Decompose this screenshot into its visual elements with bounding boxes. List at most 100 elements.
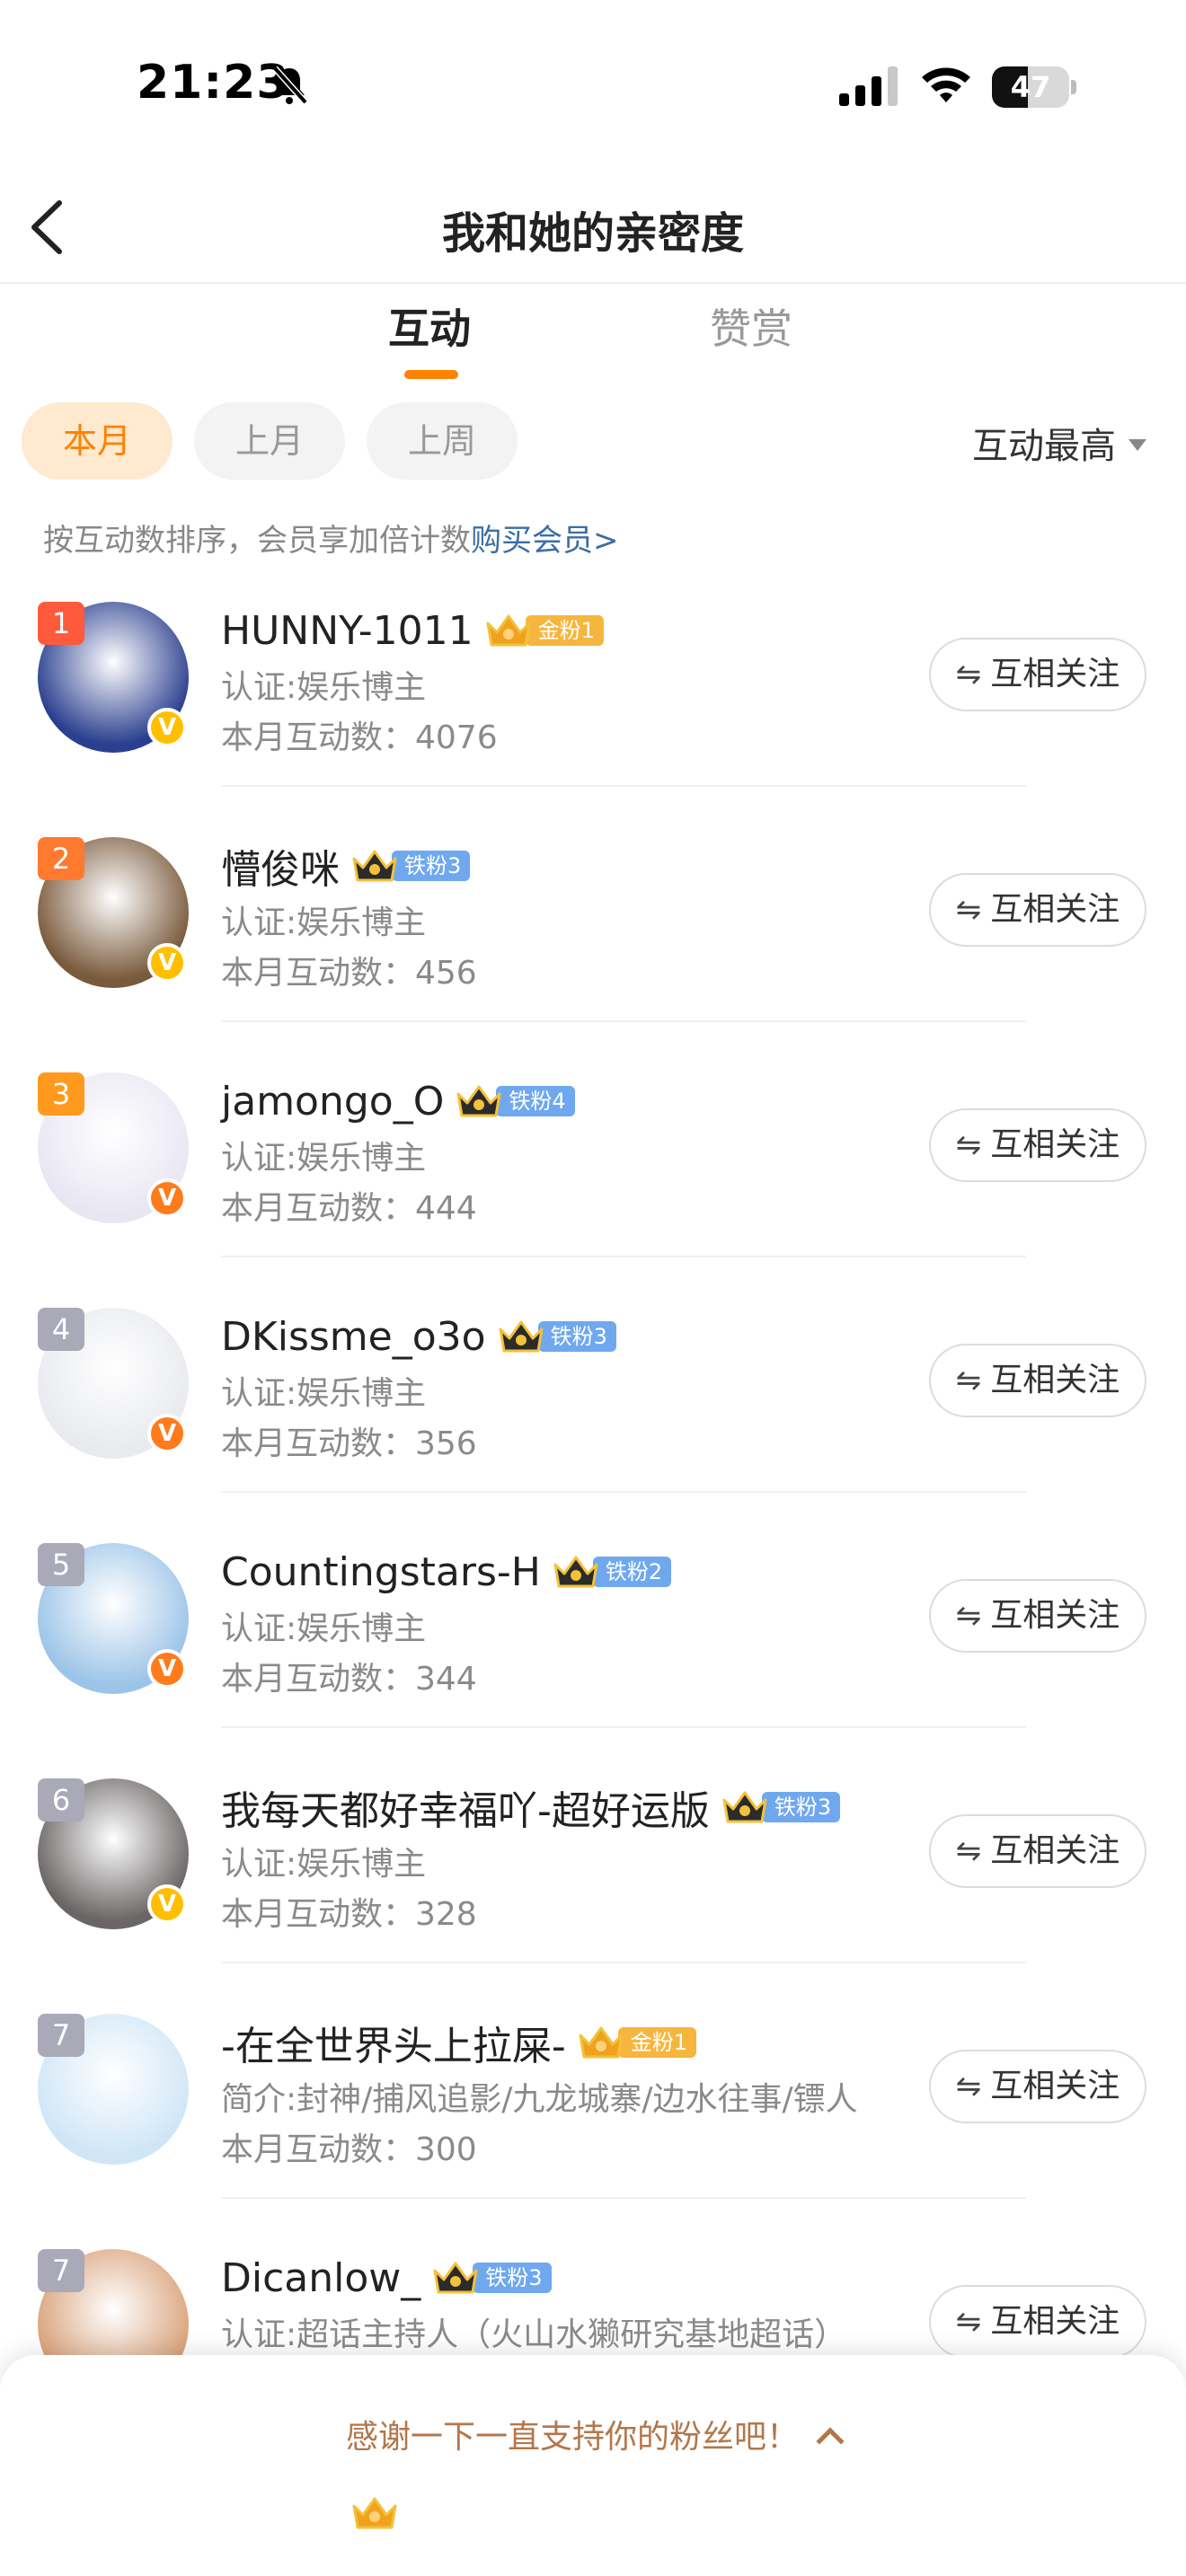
- filter-chip-this-month[interactable]: 本月: [22, 402, 173, 480]
- tab-reward[interactable]: 赞赏: [710, 296, 792, 356]
- mutual-follow-button[interactable]: ⇋互相关注: [929, 1108, 1146, 1182]
- user-subtitle: 认证:娱乐博主: [221, 904, 427, 941]
- crown-icon: [553, 1556, 598, 1588]
- follow-button-label: 互相关注: [990, 1832, 1120, 1869]
- bottom-sheet-prompt[interactable]: 感谢一下一直支持你的粉丝吧！: [0, 2411, 1186, 2457]
- list-item[interactable]: 7 -在全世界头上拉屎- 金粉1 简介:封神/捕风追影/九龙城寨/边水往事/镖人 本月互…: [0, 1983, 1186, 2199]
- tab-bar: 互动 赞赏: [0, 287, 1186, 386]
- buy-membership-link[interactable]: 购买会员>: [471, 523, 619, 559]
- user-subtitle: 认证:娱乐博主: [221, 1140, 427, 1177]
- swap-arrows-icon: ⇋: [955, 2304, 982, 2340]
- rank-badge: 2: [38, 837, 84, 880]
- fan-level-text: 金粉1: [525, 615, 604, 646]
- sort-dropdown[interactable]: 互动最高: [972, 417, 1146, 469]
- user-name[interactable]: jamongo_O: [221, 1079, 444, 1125]
- name-line: 我每天都好幸福吖-超好运版 铁粉3: [221, 1778, 841, 1836]
- filter-chip-last-week[interactable]: 上周: [367, 402, 518, 480]
- crown-icon: [456, 1085, 501, 1117]
- rank-badge: 7: [38, 2014, 84, 2057]
- mutual-follow-button[interactable]: ⇋互相关注: [929, 2285, 1146, 2359]
- sort-label: 互动最高: [972, 426, 1116, 467]
- list-item[interactable]: 4 V DKissme_o3o 铁粉3 认证:娱乐博主 本月互动数：356 ⇋ 互相关注: [0, 1277, 1186, 1493]
- rank-badge: 6: [38, 1778, 84, 1822]
- user-name[interactable]: 懵俊咪: [221, 837, 340, 895]
- verified-v-icon: V: [147, 1884, 187, 1924]
- user-name[interactable]: -在全世界头上拉屎-: [221, 2014, 566, 2071]
- interaction-count: 本月互动数：444: [221, 1190, 477, 1227]
- fan-level-text: 铁粉3: [761, 1792, 841, 1822]
- bottom-sheet[interactable]: 感谢一下一直支持你的粉丝吧！: [0, 2355, 1186, 2576]
- user-subtitle: 认证:娱乐博主: [221, 1375, 427, 1412]
- list-item[interactable]: 2 V 懵俊咪 铁粉3 认证:娱乐博主 本月互动数：456 ⇋ 互相关注: [0, 807, 1186, 1022]
- user-name[interactable]: Dicanlow_: [221, 2255, 420, 2301]
- bell-muted-icon: [272, 66, 308, 105]
- fan-level-text: 铁粉3: [392, 851, 471, 881]
- fan-level-badge: 铁粉4: [455, 1083, 575, 1119]
- name-line: Dicanlow_ 铁粉3: [221, 2251, 552, 2305]
- fan-level-text: 金粉1: [617, 2027, 697, 2058]
- user-subtitle: 认证:超话主持人（火山水獭研究基地超话）: [221, 2316, 847, 2353]
- fan-level-badge: 铁粉2: [552, 1554, 672, 1590]
- mutual-follow-button[interactable]: ⇋互相关注: [929, 873, 1146, 947]
- follow-button-label: 互相关注: [990, 891, 1120, 928]
- list-item[interactable]: 1 V HUNNY-1011 金粉1 认证:娱乐博主 本月互动数：4076 ⇋ 互相关注: [0, 571, 1186, 787]
- divider: [221, 1962, 1026, 1963]
- bottom-sheet-text: 感谢一下一直支持你的粉丝吧！: [345, 2419, 799, 2456]
- swap-arrows-icon: ⇋: [955, 1598, 982, 1634]
- mutual-follow-button[interactable]: ⇋互相关注: [929, 638, 1146, 711]
- interaction-count: 本月互动数：300: [221, 2131, 477, 2168]
- verified-v-icon: V: [147, 943, 187, 983]
- rank-badge: 5: [38, 1543, 84, 1586]
- user-name[interactable]: DKissme_o3o: [221, 1314, 486, 1360]
- name-line: -在全世界头上拉屎- 金粉1: [221, 2014, 697, 2071]
- swap-arrows-icon: ⇋: [955, 1833, 982, 1869]
- fan-level-badge: 铁粉3: [721, 1789, 841, 1825]
- filter-chip-last-month[interactable]: 上月: [194, 402, 345, 480]
- fan-level-badge: 金粉1: [577, 2025, 697, 2060]
- sort-hint: 按互动数排序，会员享加倍计数购买会员>: [43, 516, 619, 560]
- divider: [221, 1020, 1026, 1022]
- battery-level-text: 47: [1010, 70, 1051, 104]
- divider: [221, 1726, 1026, 1728]
- divider: [221, 2197, 1026, 2199]
- user-name[interactable]: HUNNY-1011: [221, 608, 474, 654]
- rank-badge: 7: [38, 2249, 84, 2292]
- list-item[interactable]: 3 Vjamongo_O 铁粉4 认证:娱乐博主 本月互动数：444 ⇋ 互相关注: [0, 1042, 1186, 1257]
- user-name[interactable]: Countingstars-H: [221, 1549, 541, 1595]
- caret-down-icon: [1128, 438, 1146, 451]
- follow-button-label: 互相关注: [990, 656, 1120, 693]
- swap-arrows-icon: ⇋: [955, 2069, 982, 2104]
- name-line: 懵俊咪 铁粉3: [221, 837, 471, 895]
- swap-arrows-icon: ⇋: [955, 1363, 982, 1398]
- crown-icon: [579, 2026, 624, 2059]
- battery-indicator: 47: [992, 66, 1076, 108]
- status-bar: 21:23 47: [0, 0, 1186, 171]
- name-line: Countingstars-H 铁粉2: [221, 1545, 672, 1599]
- user-name[interactable]: 我每天都好幸福吖-超好运版: [221, 1778, 710, 1836]
- user-subtitle: 认证:娱乐博主: [221, 1610, 427, 1647]
- active-tab-indicator: [404, 370, 458, 379]
- mutual-follow-button[interactable]: ⇋互相关注: [929, 1814, 1146, 1888]
- signal-icon: [839, 66, 898, 106]
- mutual-follow-button[interactable]: ⇋互相关注: [929, 1579, 1146, 1653]
- fan-level-text: 铁粉3: [537, 1321, 616, 1352]
- swap-arrows-icon: ⇋: [955, 657, 982, 693]
- fan-level-text: 铁粉4: [496, 1086, 575, 1116]
- crown-icon: [352, 2497, 397, 2529]
- fan-level-text: 铁粉2: [592, 1557, 672, 1587]
- fan-level-badge: 铁粉3: [431, 2260, 552, 2296]
- name-line: jamongo_O 铁粉4: [221, 1074, 575, 1128]
- list-item[interactable]: 6 V 我每天都好幸福吖-超好运版 铁粉3 认证:娱乐博主 本月互动数：328 ⇋ 互相关注: [0, 1748, 1186, 1963]
- sort-hint-text: 按互动数排序，会员享加倍计数: [43, 523, 471, 559]
- fan-level-badge: 金粉1: [484, 613, 604, 648]
- fan-level-badge: 铁粉3: [350, 848, 471, 884]
- tab-interaction[interactable]: 互动: [388, 296, 471, 356]
- verified-v-icon: V: [147, 1178, 187, 1218]
- interaction-count: 本月互动数：4076: [221, 719, 498, 756]
- mutual-follow-button[interactable]: ⇋互相关注: [929, 2050, 1146, 2123]
- divider: [221, 785, 1026, 787]
- crown-icon: [352, 850, 397, 882]
- interaction-count: 本月互动数：344: [221, 1661, 477, 1698]
- list-item[interactable]: 5 V Countingstars-H 铁粉2 认证:娱乐博主 本月互动数：344 ⇋ 互相关…: [0, 1513, 1186, 1728]
- mutual-follow-button[interactable]: ⇋互相关注: [929, 1344, 1146, 1417]
